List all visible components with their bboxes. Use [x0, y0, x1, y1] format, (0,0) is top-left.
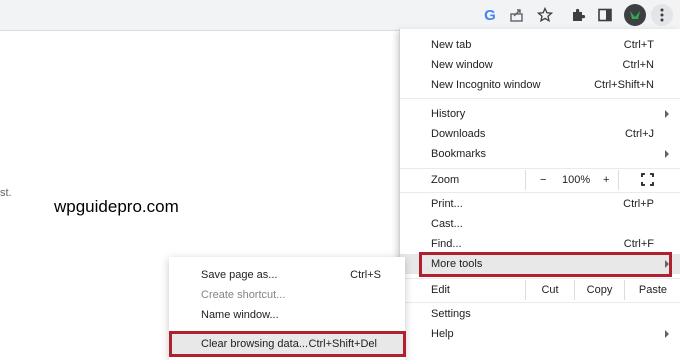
menu-item-settings[interactable]: Settings — [400, 304, 680, 324]
kebab-menu-icon[interactable] — [651, 4, 673, 26]
zoom-level: 100% — [562, 174, 591, 186]
menu-item-label: History — [431, 108, 466, 120]
menu-item-label: Cast... — [431, 218, 463, 230]
menu-item-label: New Incognito window — [431, 79, 541, 91]
fullscreen-icon[interactable] — [641, 173, 654, 189]
menu-item-new-window[interactable]: New window Ctrl+N — [400, 55, 680, 75]
watermark: wpguidepro.com — [54, 197, 179, 216]
menu-item-label: New window — [431, 59, 493, 71]
menu-item-shortcut: Ctrl+J — [624, 128, 654, 140]
side-panel-icon[interactable] — [594, 4, 616, 26]
zoom-label: Zoom — [431, 174, 460, 186]
submenu-item-save-page[interactable]: Save page as... Ctrl+S — [169, 265, 405, 285]
menu-item-shortcut: Ctrl+N — [622, 59, 654, 71]
google-g-icon[interactable]: G — [479, 4, 501, 26]
menu-item-label: Find... — [431, 238, 462, 250]
edit-label: Edit — [431, 284, 450, 296]
extensions-icon[interactable] — [567, 4, 589, 26]
menu-separator — [400, 192, 680, 193]
menu-item-print[interactable]: Print... Ctrl+P — [400, 194, 680, 214]
menu-item-shortcut: Ctrl+T — [623, 39, 654, 51]
menu-separator — [400, 168, 680, 169]
menu-item-history[interactable]: History — [400, 104, 680, 124]
copy-button[interactable]: Copy — [574, 280, 624, 300]
zoom-out-button[interactable]: − — [540, 174, 546, 186]
menu-item-label: More tools — [431, 258, 483, 270]
chrome-main-menu: New tab Ctrl+T New window Ctrl+N New Inc… — [399, 29, 680, 360]
menu-item-label: Help — [431, 328, 454, 340]
zoom-control: − 100% + — [525, 170, 619, 190]
google-g-letter: G — [484, 6, 496, 24]
submenu-item-label: Clear browsing data... — [201, 338, 308, 350]
star-icon[interactable] — [534, 4, 556, 26]
menu-item-shortcut: Ctrl+Shift+N — [594, 79, 654, 91]
submenu-item-label: Save page as... — [201, 269, 278, 281]
submenu-item-label: Name window... — [201, 309, 279, 321]
zoom-in-button[interactable]: + — [603, 174, 609, 186]
share-icon[interactable] — [506, 4, 528, 26]
submenu-item-label: Create shortcut... — [201, 289, 286, 301]
submenu-arrow-icon — [665, 150, 669, 158]
edit-row: Edit Cut Copy Paste — [400, 280, 680, 300]
menu-item-downloads[interactable]: Downloads Ctrl+J — [400, 124, 680, 144]
menu-separator — [400, 98, 680, 99]
submenu-item-name-window[interactable]: Name window... — [169, 305, 405, 325]
submenu-arrow-icon — [665, 110, 669, 118]
submenu-item-shortcut: Ctrl+S — [350, 269, 381, 281]
menu-item-label: Print... — [431, 198, 463, 210]
menu-item-find[interactable]: Find... Ctrl+F — [400, 234, 680, 254]
menu-item-label: Settings — [431, 308, 471, 320]
menu-item-shortcut: Ctrl+P — [623, 198, 654, 210]
browser-toolbar: G — [0, 0, 680, 31]
submenu-item-clear-browsing-data[interactable]: Clear browsing data... Ctrl+Shift+Del — [169, 334, 405, 354]
page-edge-text: st. — [0, 187, 12, 199]
zoom-row: Zoom − 100% + — [400, 170, 680, 190]
menu-item-new-tab[interactable]: New tab Ctrl+T — [400, 35, 680, 55]
menu-separator — [400, 278, 680, 279]
menu-item-label: Bookmarks — [431, 148, 487, 160]
submenu-arrow-icon — [665, 260, 669, 268]
more-tools-submenu: Save page as... Ctrl+S Create shortcut..… — [169, 257, 405, 360]
submenu-item-create-shortcut[interactable]: Create shortcut... — [169, 285, 405, 305]
menu-item-label: Downloads — [431, 128, 486, 140]
profile-avatar[interactable] — [624, 4, 646, 26]
cut-button[interactable]: Cut — [525, 280, 574, 300]
menu-item-label: New tab — [431, 39, 472, 51]
menu-item-shortcut: Ctrl+F — [623, 238, 654, 250]
menu-item-bookmarks[interactable]: Bookmarks — [400, 144, 680, 164]
menu-separator — [400, 302, 680, 303]
menu-item-new-incognito[interactable]: New Incognito window Ctrl+Shift+N — [400, 75, 680, 95]
menu-item-help[interactable]: Help — [400, 324, 680, 344]
submenu-item-shortcut: Ctrl+Shift+Del — [308, 338, 377, 350]
submenu-arrow-icon — [665, 330, 669, 338]
menu-item-cast[interactable]: Cast... — [400, 214, 680, 234]
paste-button[interactable]: Paste — [624, 280, 680, 300]
menu-item-more-tools[interactable]: More tools — [400, 254, 680, 274]
